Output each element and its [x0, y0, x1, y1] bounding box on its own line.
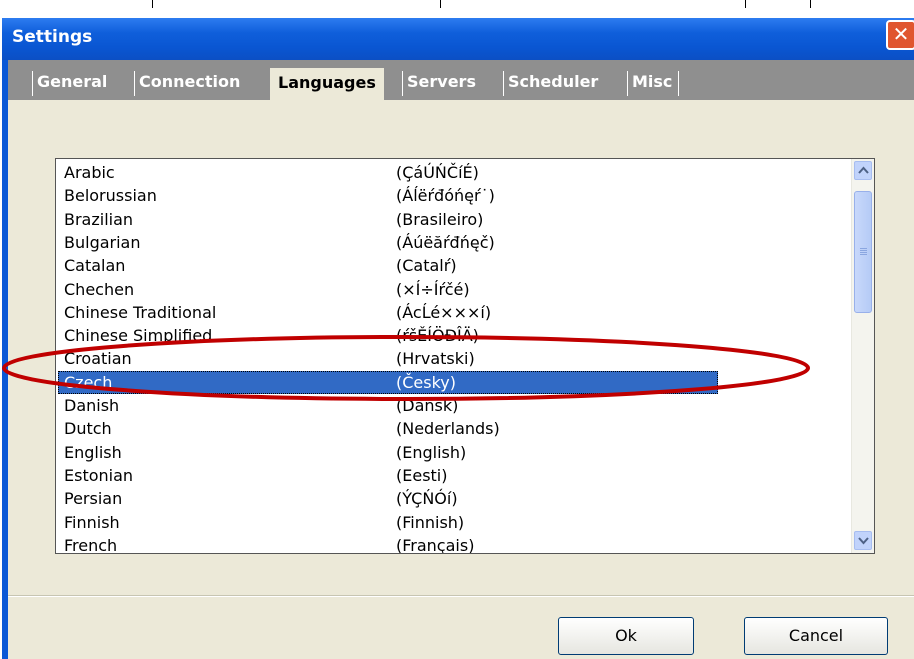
language-native-name: (Finnish): [396, 512, 465, 532]
background-strip: [0, 0, 914, 18]
language-name: Danish: [64, 396, 120, 415]
list-item[interactable]: Dutch (Nederlands): [56, 417, 850, 440]
chevron-down-icon: [858, 537, 869, 545]
language-name: Chinese Traditional: [64, 302, 217, 322]
list-item[interactable]: Croatian (Hrvatski): [56, 347, 850, 370]
ok-button[interactable]: Ok: [558, 617, 694, 655]
language-name: Croatian: [64, 349, 132, 369]
language-name: Chechen: [64, 279, 135, 299]
list-item[interactable]: Czech (Česky): [56, 370, 850, 394]
list-item[interactable]: Bulgarian (Áúëăŕđńęč): [56, 231, 850, 254]
language-native-name: (Hrvatski): [396, 349, 475, 369]
list-item[interactable]: Arabic (ÇáÚŃČíÉ): [56, 161, 850, 184]
language-name: Catalan: [64, 256, 126, 276]
language-name: Czech: [64, 372, 113, 392]
list-item[interactable]: Chechen (×Í÷Íŕčé): [56, 278, 850, 301]
language-name: Belorussian: [64, 186, 157, 206]
language-native-name: (Brasileiro): [396, 209, 484, 229]
tab-servers[interactable]: Servers: [402, 71, 476, 96]
vertical-scrollbar[interactable]: [851, 159, 874, 553]
language-name: Chinese Simplified: [64, 326, 213, 346]
tab-misc[interactable]: Misc: [627, 71, 680, 96]
tab-general[interactable]: General: [32, 71, 107, 96]
language-name: Persian: [64, 489, 123, 509]
language-native-name: (Áúëăŕđńęč): [396, 232, 495, 252]
language-native-name: (Dansk): [396, 396, 459, 415]
background-tick: [440, 0, 441, 8]
language-name: Finnish: [64, 512, 120, 532]
background-tick: [810, 0, 811, 8]
settings-dialog: Settings ✕ General Connection Languages …: [2, 18, 914, 659]
tab-connection[interactable]: Connection: [134, 71, 240, 96]
list-item[interactable]: Danish (Dansk): [56, 394, 850, 417]
language-native-name: (Áĺëŕđóńęŕ˙): [396, 186, 495, 206]
language-name: Brazilian: [64, 209, 134, 229]
list-item[interactable]: Persian (ÝÇŃÓí): [56, 487, 850, 510]
scroll-thumb[interactable]: [854, 191, 872, 313]
list-item[interactable]: Brazilian (Brasileiro): [56, 208, 850, 231]
language-native-name: (Nederlands): [396, 419, 500, 439]
language-native-name: (Catalŕ): [396, 256, 457, 276]
list-item[interactable]: Estonian (Eesti): [56, 464, 850, 487]
tab-scheduler[interactable]: Scheduler: [503, 71, 598, 96]
background-tick: [745, 0, 746, 8]
language-native-name: (×Í÷Íŕčé): [396, 279, 470, 299]
language-native-name: (Français): [396, 535, 475, 554]
language-name: Arabic: [64, 163, 115, 182]
list-item[interactable]: Belorussian (Áĺëŕđóńęŕ˙): [56, 184, 850, 207]
list-item[interactable]: French (Français): [56, 534, 850, 554]
language-name: French: [64, 535, 118, 554]
list-item[interactable]: Catalan (Catalŕ): [56, 254, 850, 277]
list-item[interactable]: Chinese Traditional (ÁcĹé×××í): [56, 301, 850, 324]
list-item[interactable]: Finnish (Finnish): [56, 511, 850, 534]
language-list[interactable]: Arabic (ÇáÚŃČíÉ) Belorussian (Áĺëŕđóńęŕ˙) Br…: [55, 158, 875, 554]
language-native-name: (ŕšĚÍÖĐÎÄ): [396, 326, 479, 346]
scroll-up-button[interactable]: [854, 161, 872, 180]
footer-divider-highlight: [8, 596, 914, 597]
selection-highlight: [58, 370, 718, 394]
close-icon: ✕: [892, 22, 910, 46]
close-button[interactable]: ✕: [886, 20, 914, 50]
language-name: English: [64, 442, 122, 462]
language-native-name: (ÝÇŃÓí): [396, 489, 458, 509]
tab-languages[interactable]: Languages: [270, 68, 384, 100]
language-native-name: (ÇáÚŃČíÉ): [396, 163, 479, 182]
language-name: Dutch: [64, 419, 112, 439]
list-item[interactable]: Chinese Simplified (ŕšĚÍÖĐÎÄ): [56, 324, 850, 347]
cancel-button[interactable]: Cancel: [744, 617, 888, 655]
language-native-name: (English): [396, 442, 467, 462]
language-native-name: (ÁcĹé×××í): [396, 302, 492, 322]
window-title: Settings: [12, 27, 93, 47]
background-tick: [152, 0, 153, 8]
tab-bar: General Connection Languages Servers Sch…: [8, 60, 914, 100]
title-bar: Settings ✕: [2, 18, 914, 60]
language-name: Estonian: [64, 465, 134, 485]
language-name: Bulgarian: [64, 232, 141, 252]
language-native-name: (Eesti): [396, 465, 448, 485]
list-item[interactable]: English (English): [56, 441, 850, 464]
dialog-body: General Connection Languages Servers Sch…: [8, 60, 914, 659]
scroll-down-button[interactable]: [854, 531, 872, 550]
chevron-up-icon: [858, 166, 869, 174]
language-native-name: (Česky): [396, 372, 456, 392]
